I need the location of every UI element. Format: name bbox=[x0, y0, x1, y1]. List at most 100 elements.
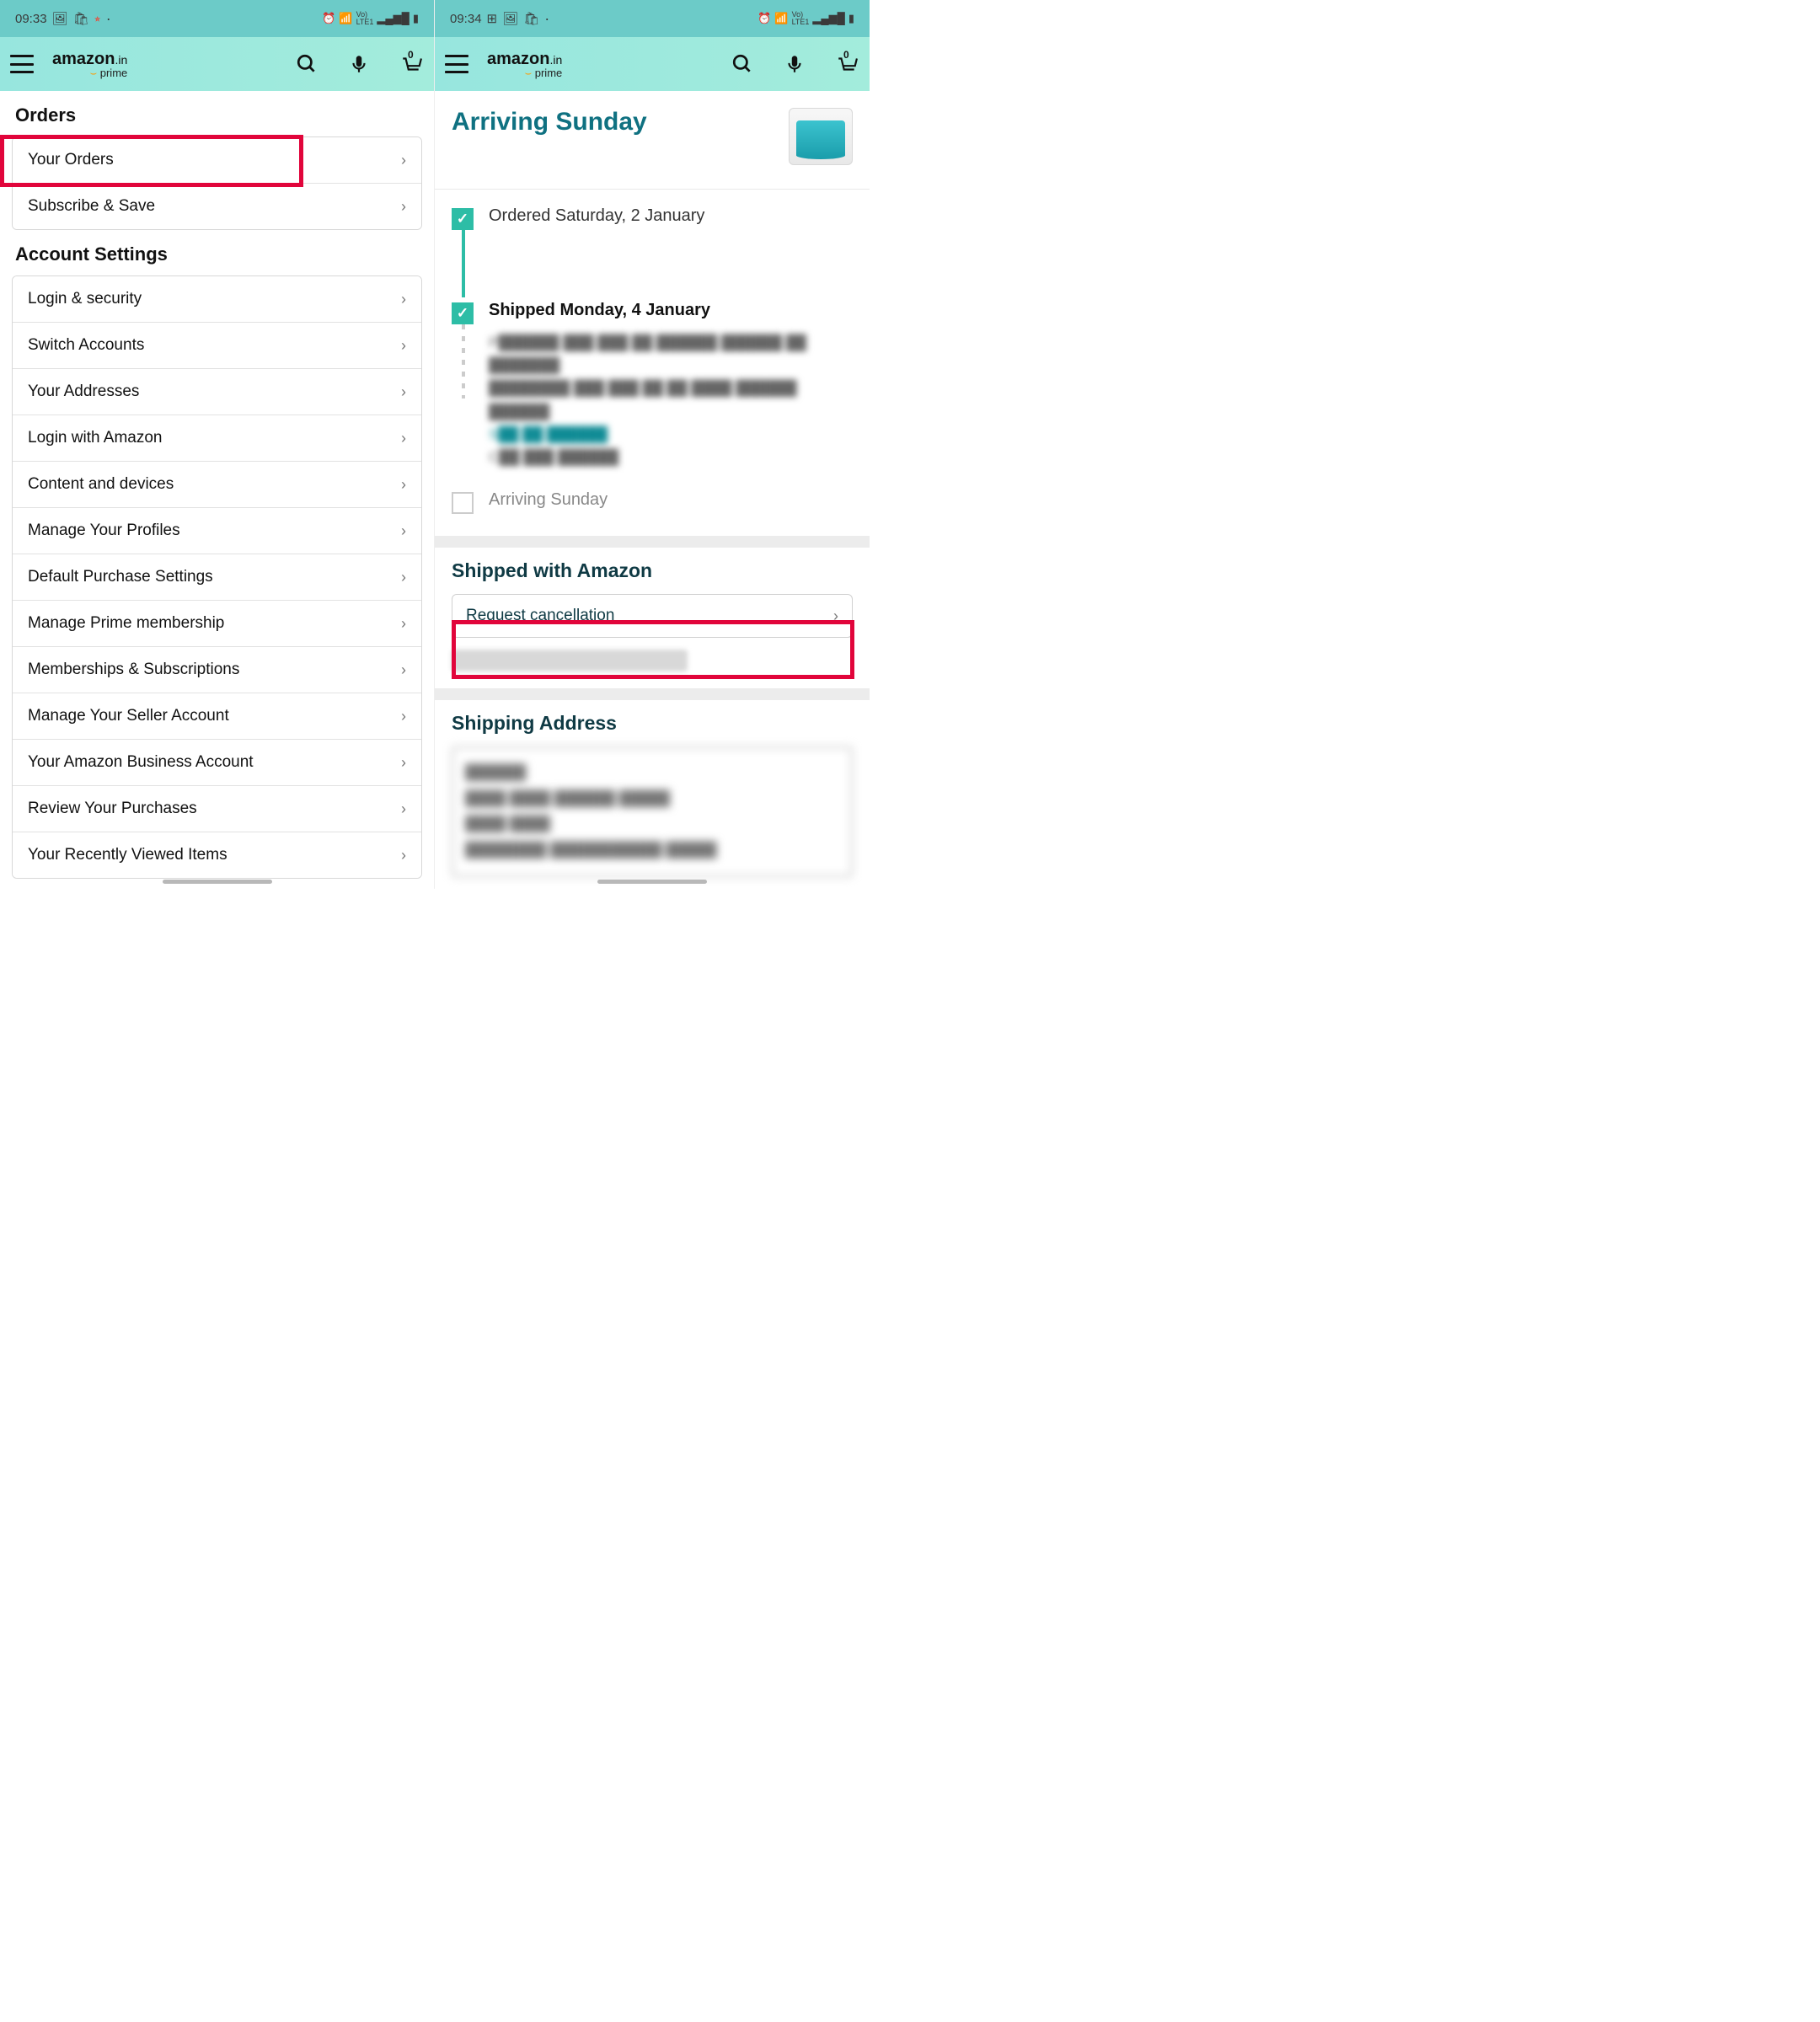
list-item-label: Review Your Purchases bbox=[28, 800, 197, 818]
mic-icon[interactable] bbox=[346, 51, 372, 77]
login-security-row[interactable]: Login & security › bbox=[13, 276, 421, 322]
your-addresses-row[interactable]: Your Addresses › bbox=[13, 368, 421, 415]
list-item-label: Switch Accounts bbox=[28, 336, 144, 355]
logo-suffix: .in bbox=[115, 53, 127, 67]
list-item-label: Manage Prime membership bbox=[28, 614, 224, 633]
request-cancellation-button[interactable]: Request cancellation › bbox=[452, 594, 853, 638]
account-settings-heading: Account Settings bbox=[0, 230, 434, 275]
app-bar: amazon.in ⌣ prime 0 bbox=[0, 37, 434, 91]
signal-icon: ▂▄▆█ bbox=[812, 12, 844, 25]
step-arriving-label: Arriving Sunday bbox=[489, 490, 608, 510]
cancel-label: Request cancellation bbox=[466, 607, 614, 625]
chevron-right-icon: › bbox=[401, 476, 406, 494]
shipped-with-heading: Shipped with Amazon bbox=[452, 559, 853, 582]
wifi-icon: 📶 bbox=[774, 12, 788, 25]
chevron-right-icon: › bbox=[401, 291, 406, 308]
status-bar-left: 09:33 🖼 🛍 ⭒ · ⏰ 📶 Vo)LTE1 ▂▄▆█ ▮ bbox=[0, 0, 434, 37]
shipping-address-heading: Shipping Address bbox=[452, 712, 853, 735]
step-ordered-label: Ordered Saturday, 2 January bbox=[489, 206, 704, 226]
section-divider bbox=[435, 688, 870, 700]
alarm-icon: ⏰ bbox=[322, 12, 335, 25]
memberships-subs-row[interactable]: Memberships & Subscriptions › bbox=[13, 646, 421, 693]
chevron-right-icon: › bbox=[401, 847, 406, 864]
status-icon: ⊞ bbox=[487, 11, 498, 26]
step-shipped-check-icon: ✓ bbox=[452, 302, 474, 324]
status-icon: 🖼 bbox=[502, 11, 518, 26]
cart-icon[interactable]: 0 bbox=[834, 51, 859, 77]
nav-pill bbox=[163, 880, 272, 884]
list-item-label: Memberships & Subscriptions bbox=[28, 661, 239, 679]
signal-icon: ▂▄▆█ bbox=[377, 12, 409, 25]
list-item-label: Manage Your Profiles bbox=[28, 522, 180, 540]
volte-icon: Vo)LTE1 bbox=[356, 11, 374, 26]
cart-icon[interactable]: 0 bbox=[399, 51, 424, 77]
alarm-icon: ⏰ bbox=[757, 12, 771, 25]
amazon-logo[interactable]: amazon.in ⌣ prime bbox=[52, 51, 127, 78]
status-icon: ⭒ bbox=[94, 12, 101, 26]
battery-icon: ▮ bbox=[413, 12, 419, 25]
subscribe-save-row[interactable]: Subscribe & Save › bbox=[13, 183, 421, 229]
login-with-amazon-row[interactable]: Login with Amazon › bbox=[13, 415, 421, 461]
switch-accounts-row[interactable]: Switch Accounts › bbox=[13, 322, 421, 368]
chevron-right-icon: › bbox=[401, 152, 406, 169]
logo-brand: amazon bbox=[487, 50, 549, 68]
your-orders-row[interactable]: Your Orders › bbox=[13, 137, 421, 183]
amazon-logo[interactable]: amazon.in ⌣ prime bbox=[487, 51, 562, 78]
volte-icon: Vo)LTE1 bbox=[792, 11, 810, 26]
manage-prime-row[interactable]: Manage Prime membership › bbox=[13, 600, 421, 646]
tracking-id-blurred bbox=[452, 650, 688, 671]
product-thumbnail[interactable] bbox=[789, 108, 853, 165]
business-account-row[interactable]: Your Amazon Business Account› bbox=[13, 739, 421, 785]
clock-time: 09:33 bbox=[15, 12, 47, 26]
nav-pill bbox=[597, 880, 707, 884]
list-item-label: Your Orders bbox=[28, 151, 114, 169]
status-bar-right: 09:34 ⊞ 🖼 🛍 · ⏰ 📶 Vo)LTE1 ▂▄▆█ ▮ bbox=[435, 0, 870, 37]
menu-icon[interactable] bbox=[10, 55, 34, 73]
logo-sub: prime bbox=[535, 67, 563, 79]
logo-suffix: .in bbox=[549, 53, 562, 67]
content-devices-row[interactable]: Content and devices › bbox=[13, 461, 421, 507]
seller-account-row[interactable]: Manage Your Seller Account› bbox=[13, 693, 421, 739]
section-divider bbox=[435, 536, 870, 548]
chevron-right-icon: › bbox=[401, 569, 406, 586]
list-item-label: Your Addresses bbox=[28, 382, 139, 401]
list-item-label: Your Amazon Business Account bbox=[28, 753, 254, 772]
list-item-label: Content and devices bbox=[28, 475, 174, 494]
chevron-right-icon: › bbox=[401, 661, 406, 679]
shipping-detail-blurred: P██████ ███ ███ ██ ██████ ██████ ██ ████… bbox=[489, 331, 853, 468]
step-shipped-label: Shipped Monday, 4 January bbox=[489, 301, 710, 320]
wifi-icon: 📶 bbox=[339, 12, 352, 25]
recently-viewed-row[interactable]: Your Recently Viewed Items › bbox=[13, 832, 421, 878]
status-icon: 🛍 bbox=[73, 11, 89, 26]
search-icon[interactable] bbox=[294, 51, 319, 77]
list-item-label: Subscribe & Save bbox=[28, 197, 155, 216]
app-bar: amazon.in ⌣ prime 0 bbox=[435, 37, 870, 91]
logo-sub: prime bbox=[100, 67, 128, 79]
order-title: Arriving Sunday bbox=[452, 108, 647, 136]
logo-brand: amazon bbox=[52, 50, 115, 68]
step-ordered-check-icon: ✓ bbox=[452, 208, 474, 230]
chevron-right-icon: › bbox=[401, 800, 406, 818]
manage-profiles-row[interactable]: Manage Your Profiles › bbox=[13, 507, 421, 554]
chevron-right-icon: › bbox=[401, 337, 406, 355]
list-item-label: Login with Amazon bbox=[28, 429, 163, 447]
tracking-timeline: ✓ Ordered Saturday, 2 January ✓ Shipped … bbox=[435, 196, 870, 536]
mic-icon[interactable] bbox=[782, 51, 807, 77]
list-item-label: Login & security bbox=[28, 290, 142, 308]
chevron-right-icon: › bbox=[401, 615, 406, 633]
chevron-right-icon: › bbox=[401, 198, 406, 216]
review-purchases-row[interactable]: Review Your Purchases › bbox=[13, 785, 421, 832]
status-icon: 🛍 bbox=[523, 11, 539, 26]
account-settings-list: Login & security › Switch Accounts › Your … bbox=[12, 275, 422, 879]
search-icon[interactable] bbox=[730, 51, 755, 77]
default-purchase-row[interactable]: Default Purchase Settings › bbox=[13, 554, 421, 600]
chevron-right-icon: › bbox=[401, 383, 406, 401]
orders-list: Your Orders › Subscribe & Save › bbox=[12, 136, 422, 230]
menu-icon[interactable] bbox=[445, 55, 468, 73]
step-arriving-box-icon bbox=[452, 492, 474, 514]
chevron-right-icon: › bbox=[401, 522, 406, 540]
chevron-right-icon: › bbox=[833, 607, 838, 625]
list-item-label: Default Purchase Settings bbox=[28, 568, 213, 586]
list-item-label: Your Recently Viewed Items bbox=[28, 846, 228, 864]
chevron-right-icon: › bbox=[401, 430, 406, 447]
